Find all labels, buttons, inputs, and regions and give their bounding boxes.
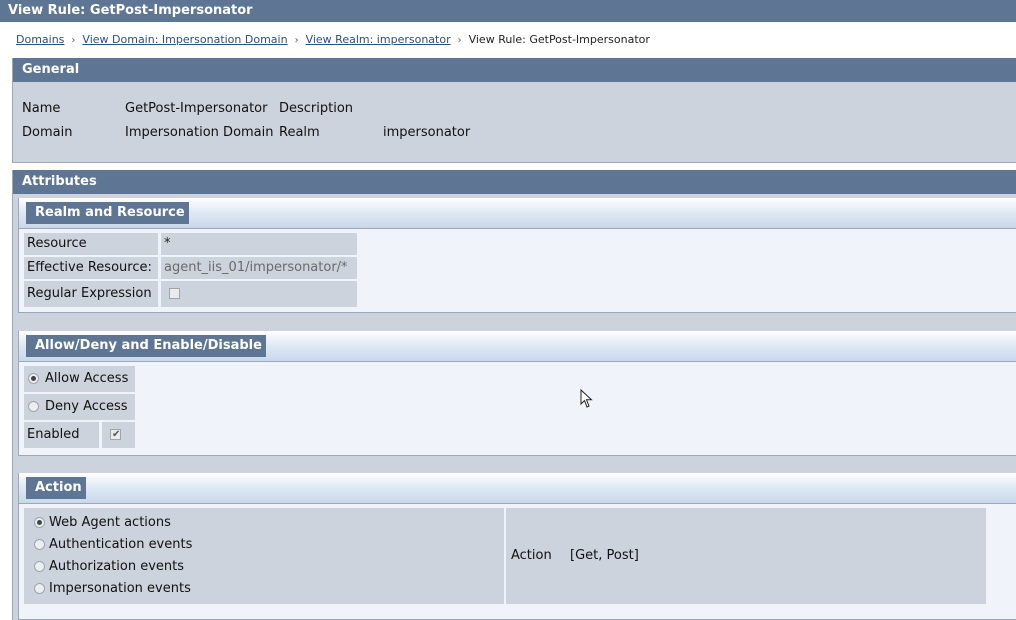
breadcrumb-realm-link[interactable]: View Realm: impersonator bbox=[306, 33, 451, 46]
authorization-events-label: Authorization events bbox=[49, 559, 185, 574]
allow-access-radio[interactable] bbox=[28, 373, 39, 384]
regex-label: Regular Expression bbox=[24, 281, 158, 307]
realm-resource-section: Realm and Resource Resource * Effective … bbox=[18, 198, 1016, 313]
allow-deny-title: Allow/Deny and Enable/Disable bbox=[26, 335, 266, 357]
domain-label: Domain bbox=[22, 125, 73, 140]
authentication-events-radio[interactable] bbox=[34, 539, 45, 550]
attributes-body: Realm and Resource Resource * Effective … bbox=[13, 194, 1016, 620]
action-value: [Get, Post] bbox=[570, 548, 639, 563]
authorization-events-radio[interactable] bbox=[34, 561, 45, 572]
breadcrumb-domains-link[interactable]: Domains bbox=[16, 33, 64, 46]
general-body: Name GetPost-Impersonator Description Do… bbox=[13, 82, 1016, 163]
resource-value: * bbox=[161, 233, 357, 255]
web-agent-actions-radio[interactable] bbox=[34, 517, 45, 528]
deny-access-radio[interactable] bbox=[28, 401, 39, 412]
window-title: View Rule: GetPost-Impersonator bbox=[0, 0, 1016, 22]
domain-value: Impersonation Domain bbox=[125, 125, 274, 140]
description-label: Description bbox=[279, 101, 354, 116]
enabled-cell: ✔ bbox=[102, 422, 135, 448]
realm-value: impersonator bbox=[383, 125, 471, 140]
regex-checkbox[interactable] bbox=[169, 288, 180, 299]
check-icon: ✔ bbox=[112, 429, 121, 440]
effective-resource-value: agent_iis_01/impersonator/* bbox=[161, 257, 357, 279]
effective-resource-label: Effective Resource: bbox=[24, 257, 158, 279]
breadcrumb-separator: › bbox=[294, 35, 299, 46]
web-agent-actions-label: Web Agent actions bbox=[49, 515, 171, 530]
breadcrumb: Domains › View Domain: Impersonation Domai… bbox=[16, 32, 650, 49]
allow-deny-section: Allow/Deny and Enable/Disable Allow Acce… bbox=[18, 331, 1016, 456]
resource-label: Resource bbox=[24, 233, 158, 255]
allow-access-label: Allow Access bbox=[45, 371, 129, 386]
enabled-checkbox[interactable]: ✔ bbox=[110, 429, 121, 440]
general-panel: General Name GetPost-Impersonator Descri… bbox=[12, 58, 1016, 163]
action-label: Action bbox=[511, 548, 552, 563]
impersonation-events-radio[interactable] bbox=[34, 583, 45, 594]
action-type-options: Web Agent actions Authentication events … bbox=[24, 508, 504, 604]
impersonation-events-label: Impersonation events bbox=[49, 581, 191, 596]
action-title: Action bbox=[26, 477, 86, 499]
action-detail-cell: Action [Get, Post] bbox=[506, 508, 986, 604]
name-label: Name bbox=[22, 101, 61, 116]
deny-access-label: Deny Access bbox=[45, 399, 128, 414]
attributes-header: Attributes bbox=[13, 170, 1016, 194]
deny-access-option[interactable]: Deny Access bbox=[24, 394, 135, 420]
breadcrumb-domain-link[interactable]: View Domain: Impersonation Domain bbox=[82, 33, 287, 46]
name-value: GetPost-Impersonator bbox=[125, 101, 268, 116]
action-section: Action Web Agent actions Authentication … bbox=[18, 473, 1016, 620]
allow-access-option[interactable]: Allow Access bbox=[24, 366, 135, 392]
realm-label: Realm bbox=[279, 125, 320, 140]
general-header: General bbox=[13, 58, 1016, 82]
breadcrumb-separator: › bbox=[71, 35, 76, 46]
enabled-label: Enabled bbox=[24, 422, 99, 448]
attributes-panel: Attributes Realm and Resource Resource *… bbox=[12, 170, 1016, 620]
regex-cell bbox=[161, 281, 357, 307]
mouse-pointer-icon bbox=[580, 389, 593, 408]
section-header-band bbox=[19, 473, 1016, 504]
breadcrumb-current: View Rule: GetPost-Impersonator bbox=[468, 33, 650, 46]
breadcrumb-separator: › bbox=[457, 35, 462, 46]
realm-resource-title: Realm and Resource bbox=[26, 202, 189, 224]
authentication-events-label: Authentication events bbox=[49, 537, 193, 552]
